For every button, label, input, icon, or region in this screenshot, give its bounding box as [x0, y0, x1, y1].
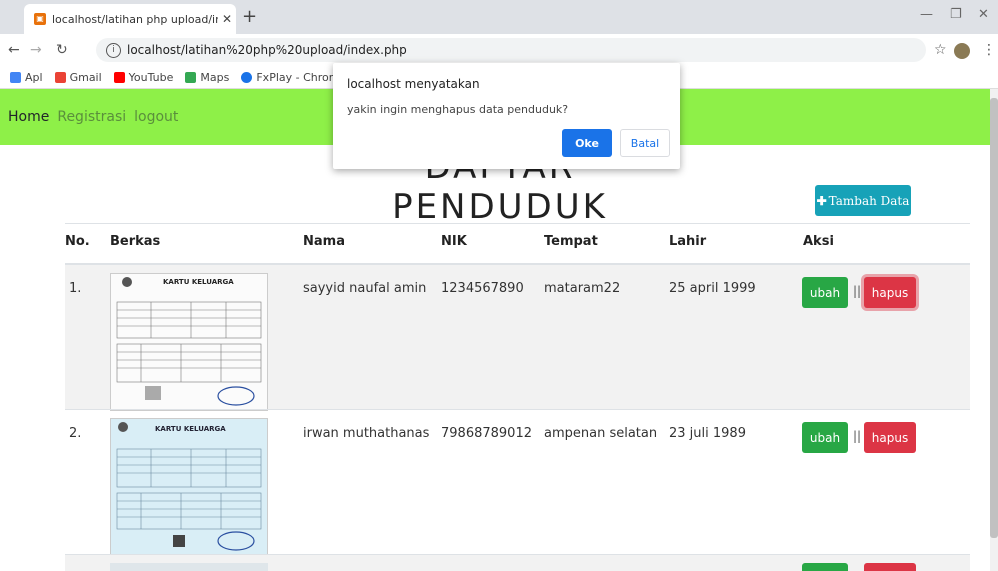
- nav-logout[interactable]: logout: [134, 109, 178, 125]
- row-no: 1.: [69, 281, 82, 296]
- bookmark-apps[interactable]: Apl: [10, 71, 43, 84]
- fxplay-icon: [241, 71, 253, 83]
- col-header-lahir: Lahir: [669, 234, 707, 249]
- col-header-nik: NIK: [441, 234, 467, 249]
- dialog-message: yakin ingin menghapus data penduduk?: [347, 103, 569, 116]
- table-row: 1. KARTU KELUARGA sayyid naufal amin 123: [65, 265, 970, 411]
- bookmark-youtube[interactable]: YouTube: [113, 71, 173, 84]
- url-text: localhost/latihan%20php%20upload/index.p…: [127, 43, 407, 57]
- row-nama: irwan muthathanas: [303, 426, 430, 441]
- edit-button[interactable]: ubah: [802, 277, 848, 308]
- bookmark-gmail[interactable]: Gmail: [54, 71, 102, 84]
- plus-icon: ✚: [816, 193, 827, 208]
- maximize-icon[interactable]: ❐: [950, 7, 962, 22]
- star-icon[interactable]: ☆: [934, 42, 947, 58]
- maps-icon: [185, 71, 197, 83]
- apps-grid-icon: [10, 71, 21, 83]
- row-tempat: ampenan selatan: [544, 426, 658, 441]
- nav-home[interactable]: Home: [8, 109, 49, 125]
- menu-icon[interactable]: ⋮: [982, 42, 996, 58]
- tab-strip: ▣ localhost/latihan php upload/ind ✕ + —…: [0, 0, 998, 34]
- gmail-icon: [54, 71, 66, 83]
- col-header-nama: Nama: [303, 234, 345, 249]
- nav-registrasi[interactable]: Registrasi: [57, 109, 126, 125]
- bookmark-maps[interactable]: Maps: [185, 71, 229, 84]
- browser-tab[interactable]: ▣ localhost/latihan php upload/ind ✕: [24, 4, 236, 34]
- svg-text:KARTU KELUARGA: KARTU KELUARGA: [155, 425, 226, 433]
- favicon-icon: ▣: [34, 13, 46, 25]
- address-bar[interactable]: i localhost/latihan%20php%20upload/index…: [96, 38, 926, 62]
- close-tab-icon[interactable]: ✕: [218, 12, 236, 26]
- table-top-border: [65, 223, 970, 224]
- kartu-keluarga-image: KARTU KELUARGA: [111, 419, 267, 555]
- cancel-button[interactable]: Batal: [620, 129, 670, 157]
- toolbar: ← → ↻ i localhost/latihan%20php%20upload…: [0, 34, 998, 66]
- delete-button[interactable]: [864, 563, 916, 571]
- minimize-icon[interactable]: —: [920, 7, 933, 22]
- col-header-no: No.: [65, 234, 90, 249]
- document-thumbnail[interactable]: [110, 563, 268, 571]
- tab-title: localhost/latihan php upload/ind: [52, 12, 218, 26]
- info-icon[interactable]: i: [106, 42, 121, 58]
- edit-button[interactable]: [802, 563, 848, 571]
- document-thumbnail[interactable]: KARTU KELUARGA: [110, 418, 268, 556]
- row-no: 2.: [69, 426, 82, 441]
- svg-text:KARTU KELUARGA: KARTU KELUARGA: [163, 278, 234, 286]
- col-header-aksi: Aksi: [803, 234, 834, 249]
- col-header-tempat: Tempat: [544, 234, 598, 249]
- edit-button[interactable]: ubah: [802, 422, 848, 453]
- row-tempat: mataram22: [544, 281, 621, 296]
- reload-icon[interactable]: ↻: [56, 42, 68, 58]
- dialog-title: localhost menyatakan: [347, 77, 480, 91]
- forward-icon[interactable]: →: [30, 42, 42, 58]
- delete-button[interactable]: hapus: [864, 422, 916, 453]
- row-nik: 1234567890: [441, 281, 524, 296]
- confirm-dialog: localhost menyatakan yakin ingin menghap…: [333, 63, 680, 169]
- row-nama: sayyid naufal amin: [303, 281, 427, 296]
- row-lahir: 23 juli 1989: [669, 426, 746, 441]
- youtube-icon: [113, 71, 125, 83]
- row-nik: 79868789012: [441, 426, 532, 441]
- separator: ||: [853, 284, 862, 298]
- scrollbar-thumb[interactable]: [990, 98, 998, 538]
- kartu-keluarga-image: KARTU KELUARGA: [111, 274, 267, 410]
- back-icon[interactable]: ←: [8, 42, 20, 58]
- col-header-berkas: Berkas: [110, 234, 161, 249]
- separator: ||: [853, 429, 862, 443]
- table-row: [65, 555, 970, 571]
- add-data-button[interactable]: ✚ Tambah Data: [815, 185, 911, 216]
- window-close-icon[interactable]: ✕: [978, 7, 989, 22]
- table-row: 2. KARTU KELUARGA irwan muthathanas 7986: [65, 410, 970, 556]
- row-lahir: 25 april 1999: [669, 281, 756, 296]
- new-tab-icon[interactable]: +: [242, 6, 257, 27]
- document-thumbnail[interactable]: KARTU KELUARGA: [110, 273, 268, 411]
- delete-button[interactable]: hapus: [864, 277, 916, 308]
- profile-avatar[interactable]: [954, 43, 970, 59]
- ok-button[interactable]: Oke: [562, 129, 612, 157]
